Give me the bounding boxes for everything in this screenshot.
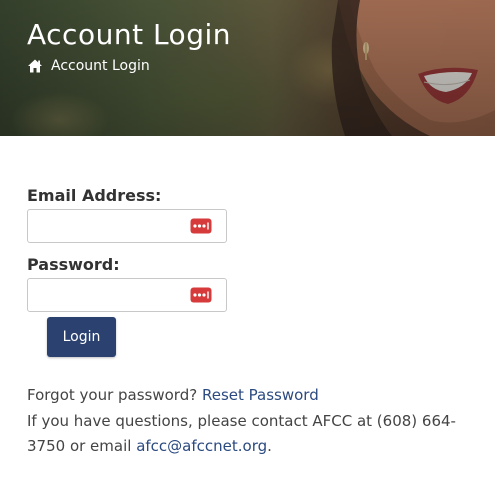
contact-line: If you have questions, please contact AF… bbox=[27, 409, 487, 460]
forgot-password-line: Forgot your password? Reset Password bbox=[27, 383, 487, 409]
reset-password-link[interactable]: Reset Password bbox=[202, 386, 319, 404]
page-title: Account Login bbox=[27, 18, 231, 51]
header-banner: Account Login Account Login bbox=[0, 0, 495, 136]
email-field[interactable] bbox=[28, 210, 194, 240]
email-label: Email Address: bbox=[27, 186, 162, 205]
contact-period: . bbox=[267, 437, 272, 455]
password-manager-icon[interactable] bbox=[190, 287, 212, 303]
breadcrumb-current: Account Login bbox=[51, 58, 150, 74]
login-form: Email Address: Password: bbox=[27, 186, 227, 324]
password-field-wrapper bbox=[27, 278, 227, 312]
help-text: Forgot your password? Reset Password If … bbox=[27, 383, 487, 460]
email-field-wrapper bbox=[27, 209, 227, 243]
password-manager-icon[interactable] bbox=[190, 218, 212, 234]
breadcrumb: Account Login bbox=[27, 58, 150, 74]
contact-email-link[interactable]: afcc@afccnet.org bbox=[136, 437, 267, 455]
login-button[interactable]: Login bbox=[47, 317, 116, 357]
home-icon[interactable] bbox=[27, 58, 43, 74]
forgot-password-text: Forgot your password? bbox=[27, 386, 198, 404]
password-field[interactable] bbox=[28, 279, 194, 309]
password-label: Password: bbox=[27, 255, 120, 274]
